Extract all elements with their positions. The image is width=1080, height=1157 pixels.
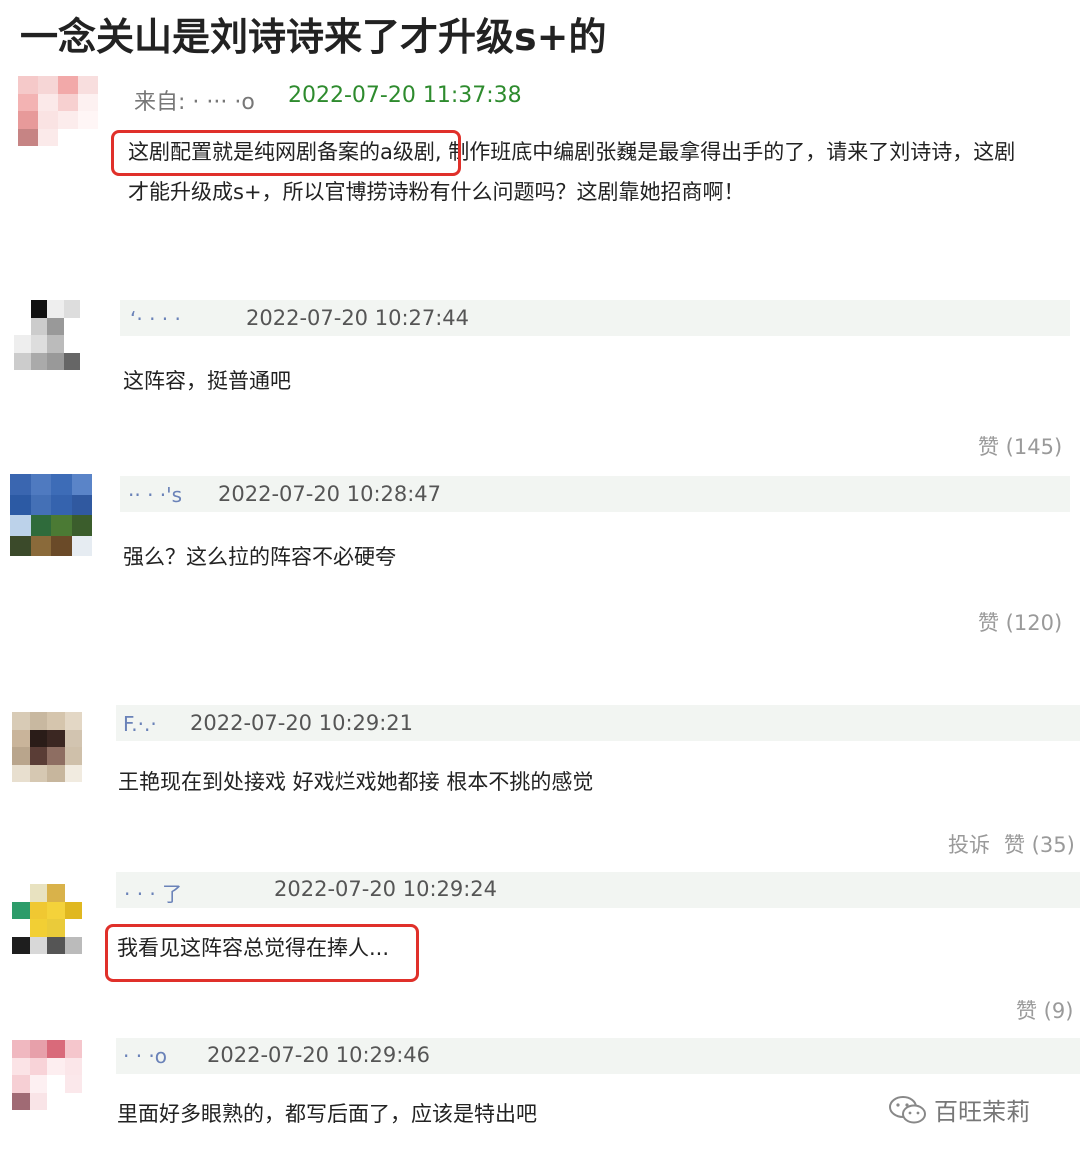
like-button[interactable]: 赞 (9) <box>1016 995 1073 1025</box>
comment-timestamp: 2022-07-20 10:28:47 <box>218 482 442 506</box>
like-button[interactable]: 赞 (35) <box>1004 829 1075 859</box>
comment-username[interactable]: · · ·o <box>123 1044 167 1068</box>
comment-timestamp: 2022-07-20 10:29:21 <box>190 711 414 735</box>
avatar[interactable] <box>12 1040 82 1110</box>
avatar[interactable] <box>12 884 82 954</box>
comment-timestamp: 2022-07-20 10:27:44 <box>246 306 470 330</box>
avatar[interactable] <box>14 300 80 370</box>
comment-timestamp: 2022-07-20 11:37:38 <box>288 83 522 108</box>
comment-username[interactable]: 来自: · ··· ·o <box>134 84 255 116</box>
avatar[interactable] <box>10 474 92 556</box>
comment-timestamp: 2022-07-20 10:29:24 <box>274 877 498 901</box>
watermark: 百旺茉莉 <box>888 1092 1030 1127</box>
highlight-box <box>111 130 461 176</box>
avatar[interactable] <box>12 712 82 782</box>
wechat-icon <box>889 1095 926 1123</box>
like-button[interactable]: 赞 (120) <box>978 607 1062 637</box>
comment-meta-bar <box>116 872 1080 908</box>
comment-text: 这阵容，挺普通吧 <box>123 369 291 393</box>
comment-timestamp: 2022-07-20 10:29:46 <box>207 1043 431 1067</box>
comment-username[interactable]: F.·.· <box>123 712 157 736</box>
comment-username[interactable]: ·· · ·'s <box>128 483 182 507</box>
comment-text: 里面好多眼熟的，都写后面了，应该是特出吧 <box>117 1102 537 1126</box>
like-button[interactable]: 赞 (145) <box>978 431 1062 461</box>
avatar[interactable] <box>18 76 98 146</box>
comment-username[interactable]: ‘· · · · <box>130 307 181 331</box>
report-button[interactable]: 投诉 <box>948 829 990 859</box>
watermark-label: 百旺茉莉 <box>934 1098 1030 1126</box>
comment-username[interactable]: · · · 了 <box>124 878 182 907</box>
comment-text: 王艳现在到处接戏 好戏烂戏她都接 根本不挑的感觉 <box>118 770 594 794</box>
article-title: 一念关山是刘诗诗来了才升级s+的 <box>20 15 607 59</box>
comment-text: 强么？这么拉的阵容不必硬夸 <box>123 545 396 569</box>
highlight-box <box>105 924 419 982</box>
